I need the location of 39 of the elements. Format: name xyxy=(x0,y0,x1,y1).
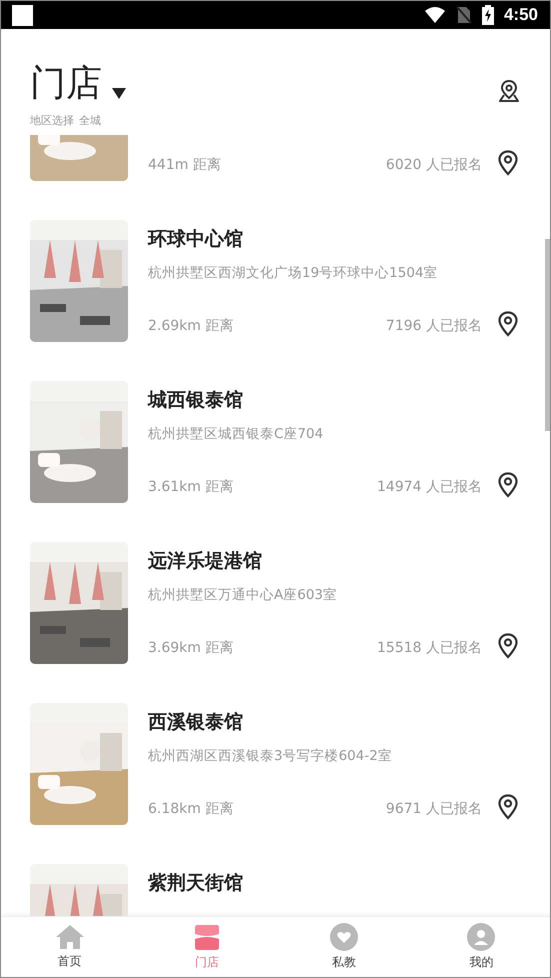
location-pin-icon[interactable] xyxy=(498,794,518,820)
caret-icon xyxy=(112,87,126,99)
map-location-icon[interactable] xyxy=(498,79,520,103)
store-title-dropdown[interactable]: 门店 xyxy=(30,61,126,105)
distance-text: 441m 距离 xyxy=(148,156,221,174)
store-address: 杭州西湖区西溪银泰3号写字楼604-2室 xyxy=(148,747,392,765)
distance-text: 3.61km 距离 xyxy=(148,478,234,496)
signup-count: 15518 人已报名 xyxy=(377,639,482,657)
distance-text: 2.69km 距离 xyxy=(148,317,234,335)
store-name: 环球中心馆 xyxy=(148,227,243,252)
notification-icon xyxy=(12,4,33,26)
store-address: 杭州拱墅区城西银泰C座704 xyxy=(148,425,324,443)
clock: 4:50 xyxy=(504,5,538,25)
store-name: 远洋乐堤港馆 xyxy=(148,549,262,574)
nav-tab[interactable]: 首页 xyxy=(1,917,138,977)
location-pin-icon[interactable] xyxy=(498,150,518,176)
signup-count: 7196 人已报名 xyxy=(386,317,482,335)
no-sim-icon xyxy=(456,6,472,24)
region-label: 地区选择 xyxy=(30,113,74,128)
location-pin-icon[interactable] xyxy=(498,633,518,659)
distance-text: 3.69km 距离 xyxy=(148,639,234,657)
signup-count: 14974 人已报名 xyxy=(377,478,482,496)
store-address: 杭州拱墅区万通中心A座603室 xyxy=(148,586,338,604)
location-pin-icon[interactable] xyxy=(498,311,518,337)
store-icon xyxy=(194,923,220,951)
store-name: 西溪银泰馆 xyxy=(148,710,243,735)
wifi-icon xyxy=(424,6,446,24)
home-icon xyxy=(54,924,85,950)
store-name: 紫荆天街馆 xyxy=(148,871,243,896)
nav-tab[interactable]: 私教 xyxy=(276,917,413,977)
signup-count: 9671 人已报名 xyxy=(386,800,482,818)
distance-text: 6.18km 距离 xyxy=(148,800,234,818)
store-address: 杭州拱墅区西湖文化广场19号环球中心1504室 xyxy=(148,264,438,282)
profile-icon xyxy=(467,923,496,951)
nav-tab[interactable]: 我的 xyxy=(412,917,550,977)
battery-charging-icon xyxy=(482,5,494,25)
store-name: 城西银泰馆 xyxy=(148,388,243,413)
location-pin-icon[interactable] xyxy=(498,472,518,498)
signup-count: 6020 人已报名 xyxy=(386,156,482,174)
